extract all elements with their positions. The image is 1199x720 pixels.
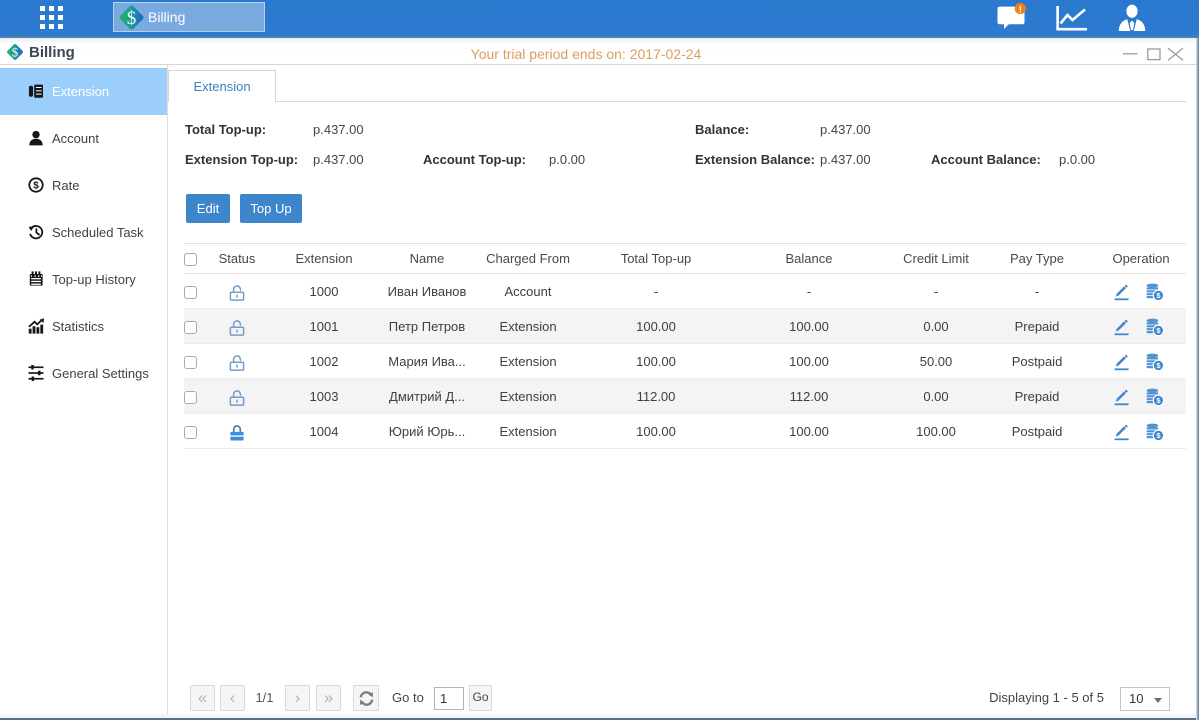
svg-text:$: $: [33, 181, 39, 192]
svg-text:!: !: [1019, 4, 1022, 15]
svg-text:$: $: [12, 44, 19, 59]
svg-text:$: $: [127, 8, 137, 29]
